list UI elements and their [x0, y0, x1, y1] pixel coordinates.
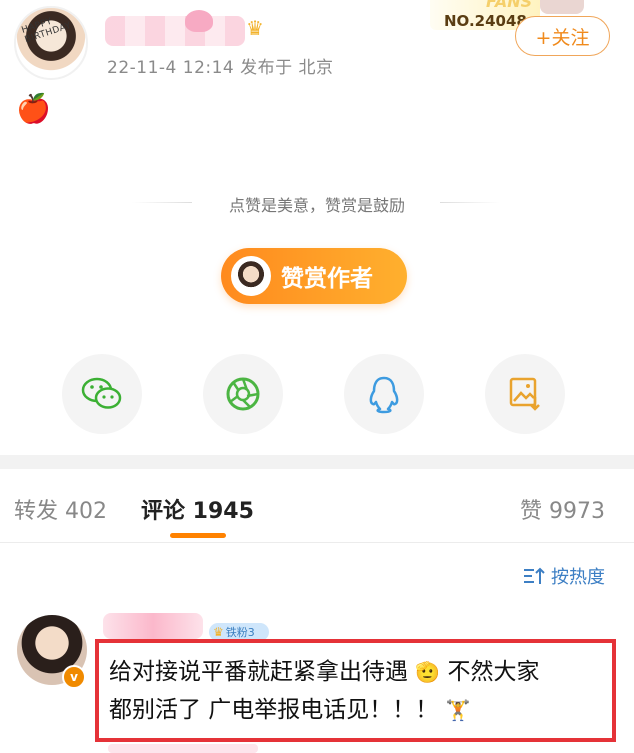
- wechat-icon: [81, 377, 122, 409]
- fan-level-label: 铁粉3: [225, 626, 255, 639]
- commenter-name-obscured[interactable]: [103, 613, 203, 639]
- post-content: 🍎: [16, 92, 51, 125]
- fans-word: FANS: [486, 0, 533, 11]
- salute-emoji-icon: 🫡: [415, 660, 441, 684]
- reward-slogan: 点赞是美意，赞赏是鼓励: [228, 196, 405, 215]
- tab-comments[interactable]: 评论 1945: [141, 493, 254, 525]
- next-comment-obscured: [108, 744, 258, 753]
- sort-icon: [524, 567, 545, 584]
- tabs-divider: [0, 542, 634, 543]
- post-meta: 22-11-4 12:14 发布于 北京: [107, 58, 334, 78]
- moments-aperture-icon: [226, 377, 260, 411]
- crown-icon: ♛: [213, 625, 224, 639]
- save-image-icon: [509, 377, 540, 411]
- follow-button[interactable]: +关注: [515, 16, 610, 56]
- author-mini-avatar: [231, 256, 271, 296]
- share-moments-button[interactable]: [203, 354, 283, 434]
- comment-line1-end: 不然大家: [447, 659, 540, 685]
- share-wechat-button[interactable]: [62, 354, 142, 434]
- crown-icon: ♛: [246, 16, 264, 40]
- tab-repost[interactable]: 转发 402: [14, 493, 107, 525]
- active-tab-indicator: [170, 533, 226, 538]
- author-avatar[interactable]: HAPPY BIRTHDAY: [14, 6, 88, 80]
- author-name-obscured[interactable]: [105, 10, 245, 46]
- fans-number: NO.24048: [444, 12, 527, 30]
- sort-label: 按热度: [551, 567, 605, 588]
- verified-badge-icon: v: [62, 665, 86, 689]
- highlighted-comment[interactable]: 给对接说平番就赶紧拿出待遇 🫡 不然大家 都别活了 广电举报电话见！！！ 🏋: [95, 639, 616, 742]
- divider-right: [440, 202, 500, 203]
- section-separator: [0, 455, 634, 469]
- reward-author-button[interactable]: 赞赏作者: [221, 248, 407, 304]
- sort-by-hot-button[interactable]: 按热度: [523, 563, 605, 589]
- comment-line2: 都别活了 广电举报电话见！！！: [109, 697, 439, 723]
- comment-line1: 给对接说平番就赶紧拿出待遇: [109, 659, 408, 685]
- comment-text: 给对接说平番就赶紧拿出待遇 🫡 不然大家 都别活了 广电举报电话见！！！ 🏋: [109, 653, 604, 729]
- avatar-text: HAPPY BIRTHDAY: [20, 16, 73, 46]
- fans-card-avatar: [540, 0, 584, 14]
- save-image-button[interactable]: [485, 354, 565, 434]
- share-qq-button[interactable]: [344, 354, 424, 434]
- tab-likes[interactable]: 赞 9973: [520, 493, 605, 525]
- reward-button-label: 赞赏作者: [281, 266, 373, 292]
- weightlift-emoji-icon: 🏋: [445, 698, 471, 722]
- qq-penguin-icon: [369, 376, 399, 414]
